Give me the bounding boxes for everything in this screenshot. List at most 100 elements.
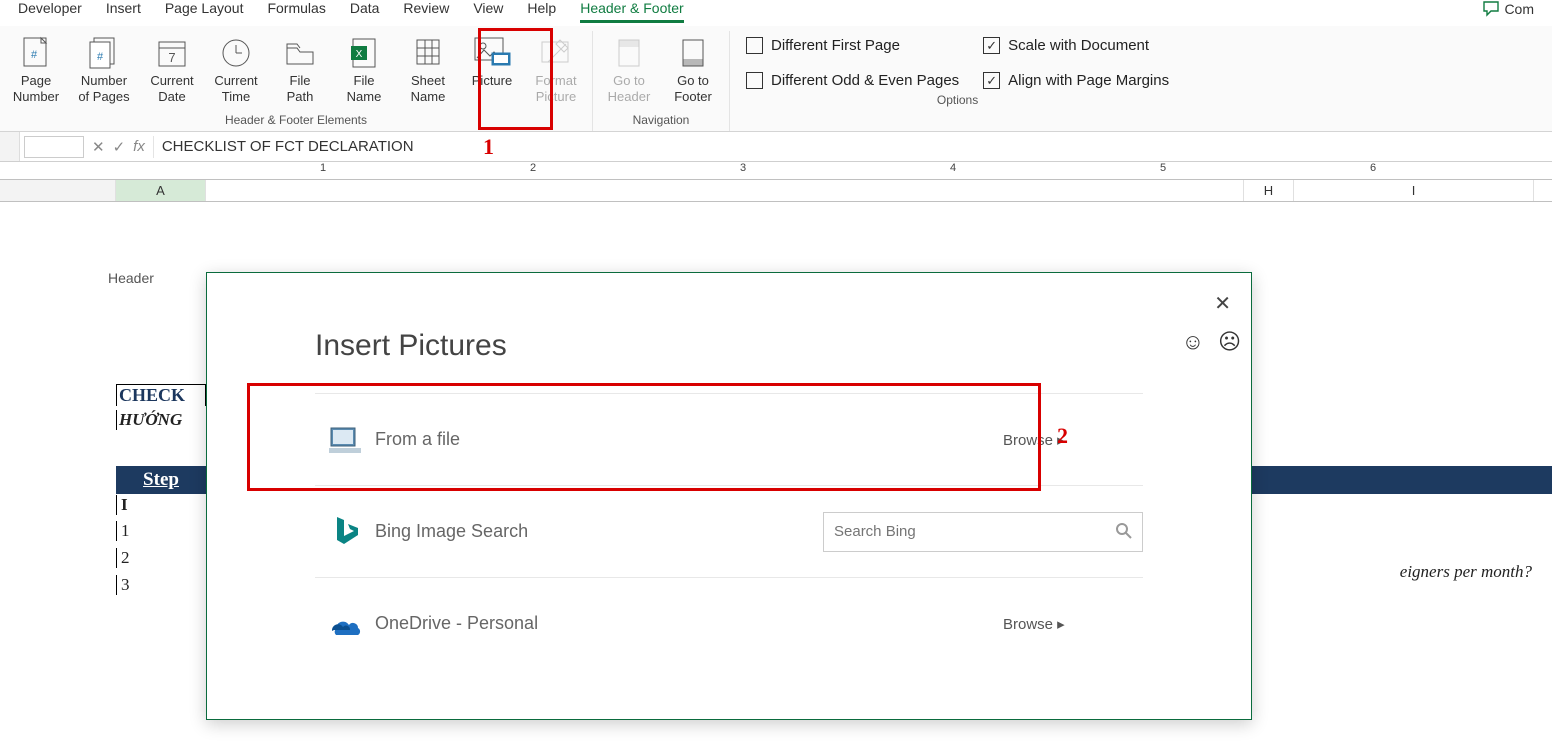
number-of-pages-icon: # (87, 35, 121, 71)
page-number-button[interactable]: # Page Number (4, 31, 68, 109)
bing-search-input[interactable] (823, 512, 1143, 552)
header-section-label: Header (108, 270, 154, 286)
svg-text:#: # (31, 49, 38, 61)
option-align-page-margins[interactable]: ✓ Align with Page Margins (983, 72, 1169, 89)
smile-icon[interactable]: ☺ (1182, 329, 1204, 355)
format-picture-icon (538, 35, 574, 71)
cell-1[interactable]: 1 (116, 521, 206, 541)
go-to-header-icon (614, 35, 644, 71)
cell-check[interactable]: CHECK (116, 384, 206, 406)
cell-2[interactable]: 2 (116, 548, 206, 568)
current-date-button[interactable]: 7 Current Date (140, 31, 204, 109)
svg-text:7: 7 (168, 50, 175, 65)
page-number-label: Page Number (13, 73, 59, 105)
file-name-button[interactable]: X File Name (332, 31, 396, 109)
name-box[interactable] (24, 136, 84, 158)
computer-icon (315, 424, 375, 456)
comments-label: Com (1504, 1, 1534, 17)
option-different-first-page[interactable]: Different First Page (746, 37, 959, 54)
go-to-header-label: Go to Header (608, 73, 651, 105)
ruler-mark: 2 (530, 162, 536, 174)
svg-text:#: # (97, 51, 104, 63)
ribbon: # Page Number # Number of Pages 7 Curren… (0, 26, 1552, 132)
file-path-button[interactable]: File Path (268, 31, 332, 109)
checkbox-unchecked-icon (746, 37, 763, 54)
number-of-pages-button[interactable]: # Number of Pages (68, 31, 140, 109)
option-diff-first-label: Different First Page (771, 37, 900, 54)
ribbon-tabs: Developer Insert Page Layout Formulas Da… (0, 0, 1552, 26)
sheet-name-label: Sheet Name (411, 73, 446, 105)
current-time-button[interactable]: Current Time (204, 31, 268, 109)
sheet-icon (413, 35, 443, 71)
format-picture-button: Format Picture (524, 31, 588, 109)
search-icon[interactable] (1115, 522, 1133, 540)
enter-icon[interactable]: ✓ (113, 138, 126, 156)
onedrive-label: OneDrive - Personal (375, 613, 735, 634)
bing-image-search-option[interactable]: Bing Image Search (315, 485, 1143, 577)
col-A[interactable]: A (116, 180, 206, 201)
col-H[interactable]: H (1244, 180, 1294, 201)
from-a-file-label: From a file (375, 429, 735, 450)
tab-review[interactable]: Review (403, 0, 449, 20)
option-scale-with-document[interactable]: ✓ Scale with Document (983, 37, 1169, 54)
browse-link[interactable]: Browse ▸ (1003, 431, 1143, 449)
fx-icon[interactable]: fx (133, 138, 145, 155)
cell-huong[interactable]: HƯỚNG (116, 410, 206, 430)
picture-label: Picture (472, 73, 512, 89)
formula-input[interactable]: CHECKLIST OF FCT DECLARATION (153, 136, 1552, 158)
tab-view[interactable]: View (473, 0, 503, 20)
picture-button[interactable]: Picture (460, 31, 524, 93)
checkbox-unchecked-icon (746, 72, 763, 89)
step-header-cell[interactable]: Step (116, 466, 206, 494)
go-to-footer-icon (678, 35, 708, 71)
option-scale-doc-label: Scale with Document (1008, 37, 1149, 54)
excel-file-icon: X (349, 35, 379, 71)
sheet-name-button[interactable]: Sheet Name (396, 31, 460, 109)
frown-icon[interactable]: ☹ (1218, 329, 1241, 355)
picture-icon (472, 35, 512, 71)
go-to-header-button: Go to Header (597, 31, 661, 109)
onedrive-option[interactable]: OneDrive - Personal Browse ▸ (315, 577, 1143, 669)
tab-page-layout[interactable]: Page Layout (165, 0, 244, 20)
cancel-icon[interactable]: ✕ (92, 138, 105, 156)
page-number-icon: # (21, 35, 51, 71)
tab-help[interactable]: Help (527, 0, 556, 20)
format-picture-label: Format Picture (535, 73, 576, 105)
bing-label: Bing Image Search (375, 521, 735, 542)
file-path-label: File Path (287, 73, 314, 105)
tab-header-footer[interactable]: Header & Footer (580, 0, 684, 23)
partial-text: eigners per month? (1400, 562, 1532, 582)
tab-insert[interactable]: Insert (106, 0, 141, 20)
tab-formulas[interactable]: Formulas (267, 0, 325, 20)
onedrive-browse-link[interactable]: Browse ▸ (1003, 615, 1143, 633)
ruler-mark: 1 (320, 162, 326, 174)
folder-icon (283, 35, 317, 71)
current-date-label: Current Date (150, 73, 193, 105)
option-align-margins-label: Align with Page Margins (1008, 72, 1169, 89)
go-to-footer-button[interactable]: Go to Footer (661, 31, 725, 109)
dialog-title: Insert Pictures (315, 329, 507, 363)
group-navigation: Go to Header Go to Footer Navigation (593, 31, 730, 131)
annotation-number-1: 1 (483, 134, 494, 160)
formula-bar: ✕ ✓ fx CHECKLIST OF FCT DECLARATION (0, 132, 1552, 162)
cell-I[interactable]: I (116, 495, 206, 515)
close-icon[interactable]: ✕ (1214, 291, 1231, 316)
option-different-odd-even[interactable]: Different Odd & Even Pages (746, 72, 959, 89)
horizontal-ruler: 1 2 3 4 5 6 (0, 162, 1552, 180)
from-a-file-option[interactable]: From a file Browse ▸ (315, 393, 1143, 485)
cell-3[interactable]: 3 (116, 575, 206, 595)
comments-button[interactable]: Com (1482, 0, 1534, 18)
checkbox-checked-icon: ✓ (983, 37, 1000, 54)
onedrive-icon (315, 611, 375, 637)
select-all-corner[interactable] (0, 132, 20, 161)
current-time-label: Current Time (214, 73, 257, 105)
group-header-footer-elements: # Page Number # Number of Pages 7 Curren… (0, 31, 593, 131)
tab-developer[interactable]: Developer (18, 0, 82, 20)
annotation-number-2: 2 (1057, 423, 1068, 449)
clock-icon (220, 35, 252, 71)
ruler-mark: 4 (950, 162, 956, 174)
tab-data[interactable]: Data (350, 0, 380, 20)
bing-icon (315, 515, 375, 549)
col-I[interactable]: I (1294, 180, 1534, 201)
calendar-icon: 7 (156, 35, 188, 71)
